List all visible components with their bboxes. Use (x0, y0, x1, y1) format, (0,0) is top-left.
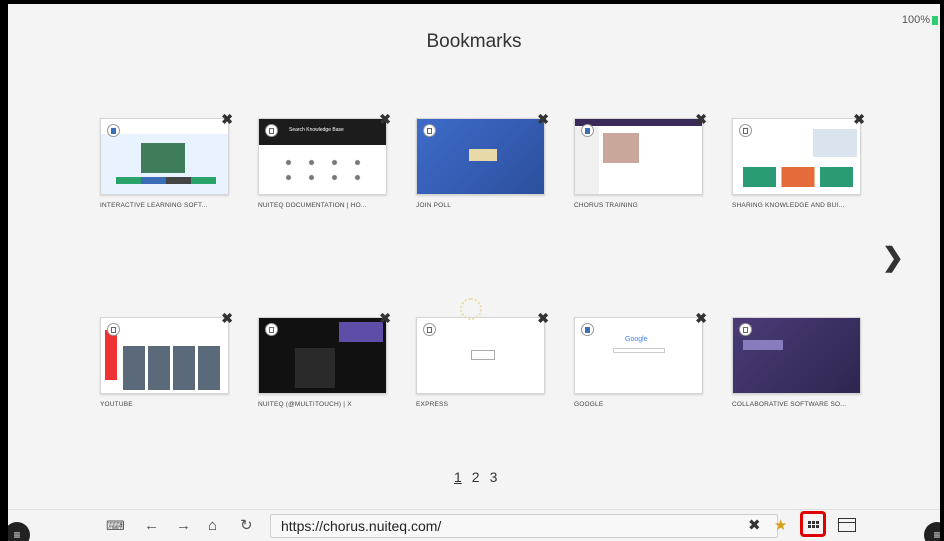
battery-level: 100% (901, 14, 930, 26)
bookmark-tile[interactable]: COLLABORATIVE SOFTWARE SO... (732, 317, 861, 408)
thumbnail-logo: Google (625, 336, 648, 343)
thumbnail-heading: Search Knowledge Base (289, 127, 344, 133)
bookmark-tile[interactable]: ✖ JOIN POLL (416, 112, 549, 209)
thumbnail-image (813, 129, 857, 157)
battery-indicator: 100% (902, 14, 938, 26)
pagination: 1 2 3 (454, 469, 497, 485)
browser-toolbar: ≡ ⌨ ← → ⌂ ↻ https://chorus.nuiteq.com/ ✖… (8, 509, 940, 541)
remove-bookmark-icon[interactable]: ✖ (853, 112, 865, 126)
remove-bookmark-icon[interactable]: ✖ (379, 311, 391, 325)
bookmark-tile[interactable]: Search Knowledge Base ✖ NUITEQ DOCUMENTA… (258, 112, 391, 209)
bookmark-thumbnail[interactable] (416, 118, 545, 195)
thumbnail-form (471, 350, 495, 360)
menu-right-icon[interactable]: ≡ (924, 522, 940, 541)
bookmark-thumbnail[interactable] (574, 118, 703, 195)
thumbnail-form (469, 149, 497, 161)
thumbnail-sidebar (575, 127, 599, 194)
thumbnail-sidebar (105, 330, 117, 380)
bookmark-tile[interactable]: ✖ SHARING KNOWLEDGE AND BUI... (732, 112, 865, 209)
bookmark-label: YOUTUBE (100, 401, 133, 408)
thumbnail-cards (743, 167, 853, 187)
bookmark-label: JOIN POLL (416, 202, 452, 209)
thumbnail-heading (743, 340, 783, 350)
bookmark-label: INTERACTIVE LEARNING SOFT... (100, 202, 208, 209)
url-text: https://chorus.nuiteq.com/ (281, 518, 442, 534)
bookmark-label: EXPRESS (416, 401, 449, 408)
thumbnail-image (603, 133, 639, 163)
url-input[interactable]: https://chorus.nuiteq.com/ (270, 514, 778, 538)
bookmark-thumbnail[interactable] (732, 118, 861, 195)
bookmark-tile[interactable]: ✖ CHORUS TRAINING (574, 112, 707, 209)
thumbnail-banner (339, 322, 383, 342)
bookmark-icon (107, 124, 120, 137)
remove-bookmark-icon[interactable]: ✖ (221, 311, 233, 325)
bookmark-thumbnail[interactable]: Search Knowledge Base (258, 118, 387, 195)
remove-bookmark-icon[interactable]: ✖ (695, 112, 707, 126)
bookmark-thumbnail[interactable] (100, 317, 229, 394)
page-link-3[interactable]: 3 (490, 469, 498, 485)
window-icon[interactable] (838, 518, 856, 532)
thumbnail-strip (116, 177, 216, 184)
bookmark-tile[interactable]: Google ✖ GOOGLE (574, 311, 707, 408)
page-link-1[interactable]: 1 (454, 469, 462, 485)
thumbnail-searchbar (613, 348, 665, 353)
thumbnail-icons (277, 155, 371, 185)
thumbnail-feed (295, 348, 335, 388)
remove-bookmark-icon[interactable]: ✖ (695, 311, 707, 325)
grid-icon (807, 520, 819, 528)
bookmark-outline-icon (739, 124, 752, 137)
bookmark-tile[interactable]: ✖ NUITEQ (@MULTITOUCH) | X (258, 311, 391, 408)
bookmark-thumbnail[interactable] (258, 317, 387, 394)
bookmark-thumbnail[interactable]: Google (574, 317, 703, 394)
remove-bookmark-icon[interactable]: ✖ (379, 112, 391, 126)
thumbnail-image (141, 143, 185, 173)
forward-arrow-icon[interactable]: → (176, 516, 191, 536)
bookmark-label: GOOGLE (574, 401, 604, 408)
bookmark-tile[interactable]: ✖ INTERACTIVE LEARNING SOFT... (100, 112, 233, 209)
bookmark-label: NUITEQ DOCUMENTATION | HO... (258, 202, 367, 209)
bookmark-label: SHARING KNOWLEDGE AND BUI... (732, 202, 845, 209)
back-arrow-icon[interactable]: ← (144, 516, 159, 536)
bookmark-icon (581, 124, 594, 137)
browser-screen: 100% Bookmarks ✖ INTERACTIVE LEARNING SO… (8, 4, 940, 541)
bookmark-outline-icon (423, 323, 436, 336)
loading-spinner-icon (460, 298, 482, 320)
next-page-chevron-icon[interactable]: ❯ (882, 242, 904, 273)
page-link-2[interactable]: 2 (472, 469, 480, 485)
bookmark-icon (581, 323, 594, 336)
menu-left-icon[interactable]: ≡ (8, 522, 30, 541)
bookmarks-grid-button[interactable] (800, 511, 826, 537)
bookmark-label: CHORUS TRAINING (574, 202, 638, 209)
remove-bookmark-icon[interactable]: ✖ (537, 311, 549, 325)
thumbnail-videos (123, 346, 223, 390)
page-title: Bookmarks (426, 31, 522, 52)
bookmark-thumbnail[interactable] (416, 317, 545, 394)
remove-bookmark-icon[interactable]: ✖ (221, 112, 233, 126)
battery-icon (932, 15, 938, 25)
clear-url-icon[interactable]: ✖ (748, 516, 761, 536)
bookmark-outline-icon (265, 124, 278, 137)
bookmark-label: NUITEQ (@MULTITOUCH) | X (258, 401, 352, 408)
bookmark-tile[interactable]: ✖ EXPRESS (416, 311, 549, 408)
bookmark-thumbnail[interactable] (100, 118, 229, 195)
reload-icon[interactable]: ↻ (240, 516, 253, 536)
keyboard-icon[interactable]: ⌨ (106, 516, 125, 536)
remove-bookmark-icon[interactable]: ✖ (537, 112, 549, 126)
bookmark-outline-icon (423, 124, 436, 137)
bookmark-label: COLLABORATIVE SOFTWARE SO... (732, 401, 847, 408)
bookmark-outline-icon (107, 323, 120, 336)
bookmark-thumbnail[interactable] (732, 317, 861, 394)
bookmark-outline-icon (265, 323, 278, 336)
bookmark-grid: ✖ INTERACTIVE LEARNING SOFT... Search Kn… (100, 112, 876, 408)
star-icon[interactable]: ★ (774, 516, 787, 536)
home-icon[interactable]: ⌂ (208, 516, 217, 536)
bookmark-tile[interactable]: ✖ YOUTUBE (100, 311, 233, 408)
bookmark-outline-icon (739, 323, 752, 336)
thumbnail-header (575, 119, 702, 126)
